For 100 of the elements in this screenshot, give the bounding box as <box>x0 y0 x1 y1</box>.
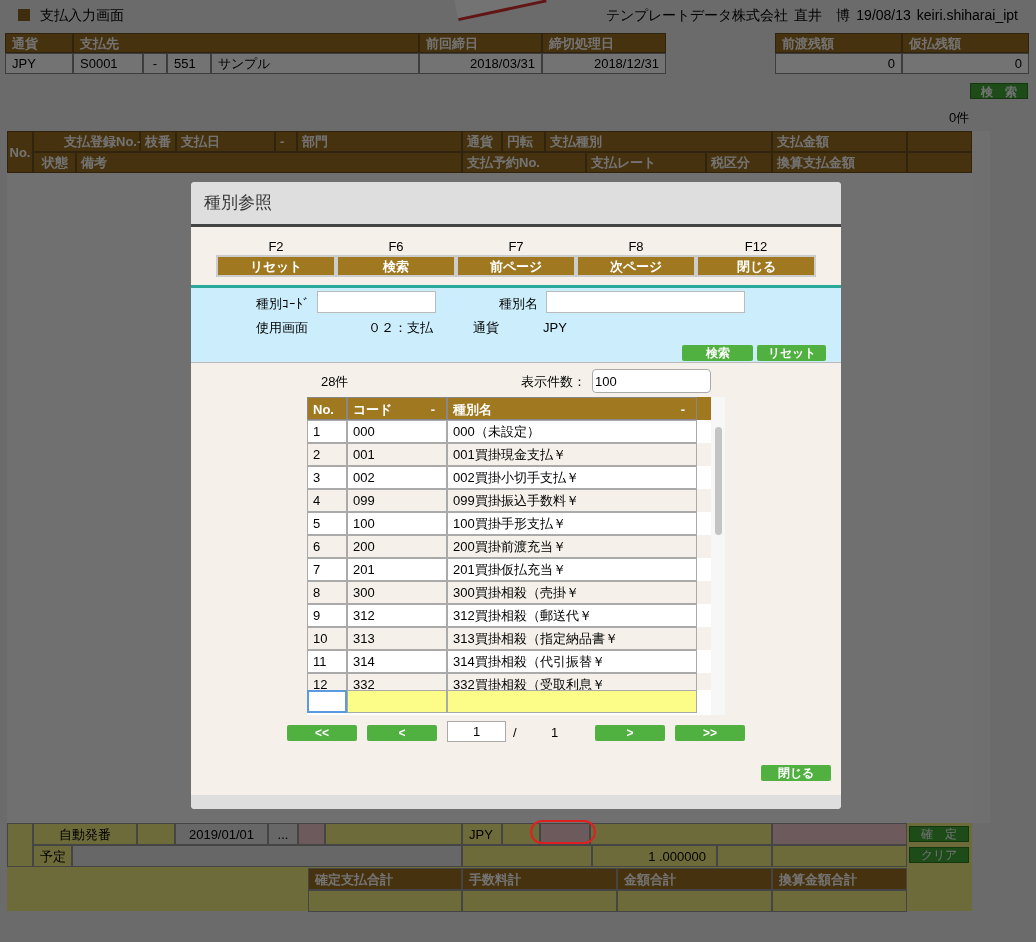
function-button[interactable]: 前ページ <box>456 255 576 277</box>
form-cell <box>137 823 175 845</box>
numbering-label: 自動発番 <box>33 823 137 845</box>
column-header[interactable]: 種別名 - <box>447 397 697 420</box>
column-header: 支払金額 <box>772 131 907 152</box>
table-cell: 099買掛振込手数料￥ <box>447 489 697 512</box>
next-page-button[interactable]: > <box>595 725 665 741</box>
function-button[interactable]: 次ページ <box>576 255 696 277</box>
field-label: 種別名 <box>499 295 538 313</box>
page-input[interactable]: 1 <box>447 721 506 742</box>
clear-button[interactable]: クリア <box>909 847 969 863</box>
column-header: 円転 <box>502 131 545 152</box>
table-cell: 002買掛小切手支払￥ <box>447 466 697 489</box>
column-header: 支払種別 <box>545 131 772 152</box>
date-picker-button[interactable]: ... <box>268 823 298 845</box>
table-cell: 313買掛相殺（指定納品書￥ <box>447 627 697 650</box>
table-cell: 312買掛相殺（郵送代￥ <box>447 604 697 627</box>
table-cell: 200 <box>347 535 447 558</box>
input-field[interactable] <box>298 823 325 845</box>
prev-page-button[interactable]: < <box>367 725 437 741</box>
field-label: 使用画面 <box>256 319 308 337</box>
table-cell: 099 <box>347 489 447 512</box>
key-label: F6 <box>388 239 404 255</box>
field-value: ０２：支払 <box>368 319 433 337</box>
form-cell <box>7 823 33 867</box>
last-page-button[interactable]: >> <box>675 725 745 741</box>
amount-field[interactable] <box>540 823 590 845</box>
field-label: 種別ｺｰﾄﾞ <box>256 295 310 313</box>
table-cell: 10 <box>307 627 347 650</box>
column-header: 枝番 <box>140 131 176 152</box>
table-cell: 314 <box>347 650 447 673</box>
column-header: 支払レート <box>586 152 706 173</box>
table-cell: JPY <box>5 53 73 74</box>
new-row-input[interactable] <box>307 690 347 713</box>
table-cell: 314買掛相殺（代引振替￥ <box>447 650 697 673</box>
page-size-input[interactable]: 100 <box>592 369 711 393</box>
table-cell: 001買掛現金支払￥ <box>447 443 697 466</box>
key-label: F2 <box>268 239 284 255</box>
column-header: 状態 <box>33 152 76 173</box>
page-title: 支払入力画面 <box>40 5 124 25</box>
table-cell: 7 <box>307 558 347 581</box>
close-button[interactable]: 閉じる <box>761 765 831 781</box>
dialog-title: 種別参照 <box>204 192 272 215</box>
column-header: 備考 <box>76 152 462 173</box>
table-cell: 300買掛相殺（売掛￥ <box>447 581 697 604</box>
first-page-button[interactable]: << <box>287 725 357 741</box>
confirm-button[interactable]: 確 定 <box>909 826 969 842</box>
user-name: 直井 博 <box>794 5 851 25</box>
function-button[interactable]: 検索 <box>336 255 456 277</box>
column-header: 確定支払合計 <box>308 868 462 890</box>
reset-button[interactable]: リセット <box>757 345 826 361</box>
table-cell: - <box>143 53 167 74</box>
column-header: 支払登録No.- <box>33 131 140 152</box>
column-header: No. <box>7 131 33 173</box>
table-cell: 551 <box>167 53 211 74</box>
table-cell: 11 <box>307 650 347 673</box>
column-header: 換算金額合計 <box>772 868 907 890</box>
date-text: 19/08/13 <box>856 5 911 25</box>
column-header: 通貨 <box>462 131 502 152</box>
plan-field[interactable] <box>72 845 462 867</box>
search-button[interactable]: 検 索 <box>970 83 1028 99</box>
code-input[interactable] <box>317 291 436 313</box>
record-count: 28件 <box>321 373 349 391</box>
form-cell <box>502 823 540 845</box>
name-input[interactable] <box>546 291 745 313</box>
table-cell: 100買掛手形支払￥ <box>447 512 697 535</box>
column-header: 締切処理日 <box>542 33 666 53</box>
column-header: 金額合計 <box>617 868 772 890</box>
table-cell: 002 <box>347 466 447 489</box>
function-button[interactable]: リセット <box>216 255 336 277</box>
table-cell: 6 <box>307 535 347 558</box>
column-header: 前渡残額 <box>775 33 902 53</box>
program-id: keiri.shiharai_ipt <box>916 5 1018 25</box>
rate-text: 1 .000000 <box>592 845 717 867</box>
column-header: 支払先 <box>73 33 419 53</box>
page-total: 1 <box>551 724 559 742</box>
date-field[interactable]: 2019/01/01 <box>175 823 268 845</box>
table-cell: 300 <box>347 581 447 604</box>
column-header: 支払予約No. <box>462 152 586 173</box>
table-cell: 9 <box>307 604 347 627</box>
table-cell: 0 <box>775 53 902 74</box>
field-label: 通貨 <box>473 319 499 337</box>
column-header[interactable]: コード - <box>347 397 447 420</box>
table-cell: 001 <box>347 443 447 466</box>
table-cell: 313 <box>347 627 447 650</box>
scrollbar-thumb[interactable] <box>715 427 722 535</box>
search-button[interactable]: 検索 <box>682 345 753 361</box>
input-field[interactable] <box>772 823 907 845</box>
function-button[interactable]: 閉じる <box>696 255 816 277</box>
square-icon <box>18 9 30 21</box>
column-header: 税区分 <box>706 152 772 173</box>
table-cell: S0001 <box>73 53 143 74</box>
column-header[interactable]: No. <box>307 397 347 420</box>
table-cell: 000（未設定） <box>447 420 697 443</box>
column-header: 手数料計 <box>462 868 617 890</box>
key-label: F12 <box>744 239 768 255</box>
table-cell: 4 <box>307 489 347 512</box>
table-cell: 000 <box>347 420 447 443</box>
key-label: F8 <box>628 239 644 255</box>
column-header: 前回締日 <box>419 33 542 53</box>
